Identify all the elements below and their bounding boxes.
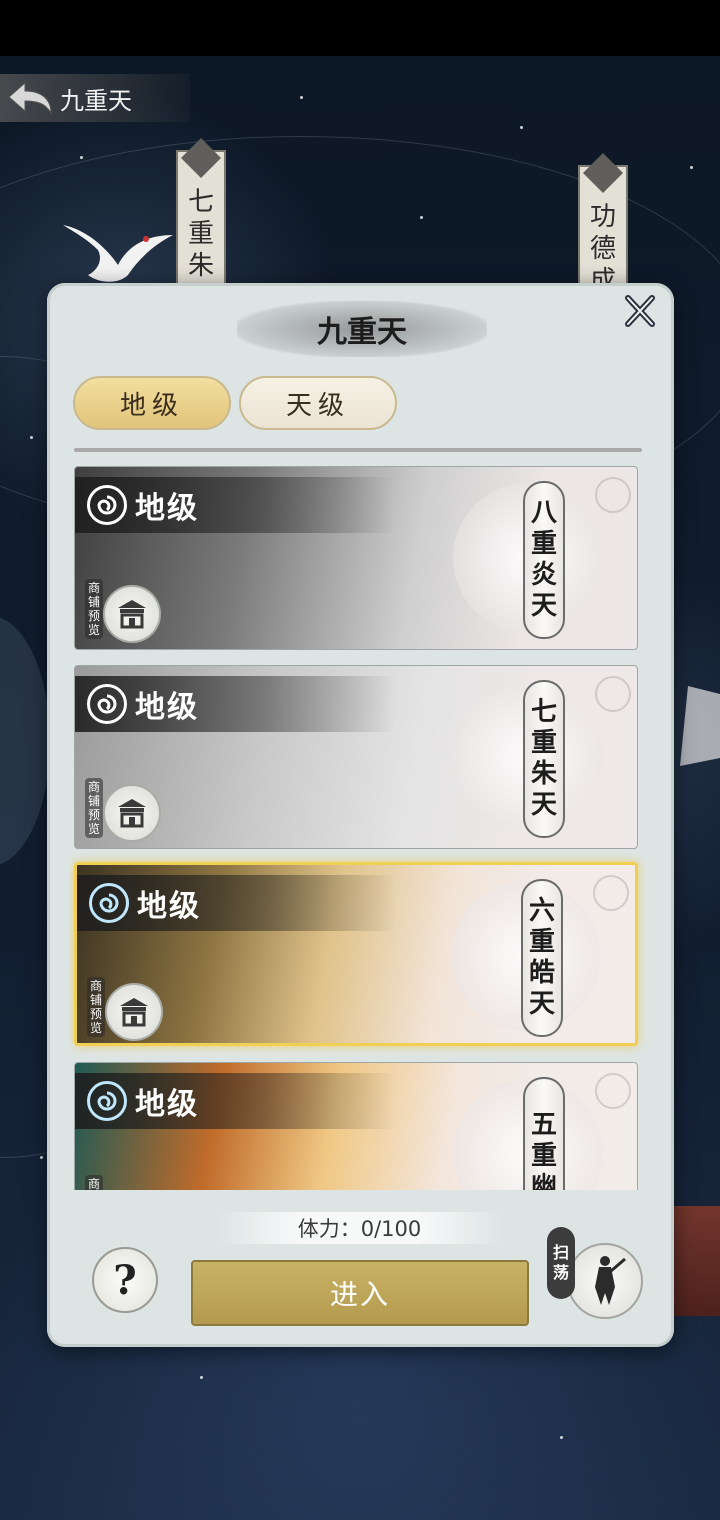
close-icon [625, 295, 655, 327]
dungeon-name-scroll: 七重朱天 [523, 680, 565, 838]
card-grade-header: 地级 [77, 875, 397, 931]
dungeon-panel: 九重天 地级 天级 地级 商铺预览 八 重 炎 天 地级 商 铺 预 览 七 重… [47, 283, 674, 1347]
banner-char: 朱 [187, 251, 214, 281]
back-arrow-icon [0, 74, 60, 122]
dungeon-name-scroll: 六重皓天 [521, 879, 563, 1037]
card-grade-label: 地级 [135, 491, 199, 526]
back-label: 九重天 [60, 86, 132, 115]
status-bar [0, 0, 720, 56]
dungeon-card[interactable]: 地级 商铺预览 八重炎天 [74, 466, 638, 650]
tab-label: 地级 [119, 390, 184, 421]
dungeon-name-scroll: 五重幽 [523, 1077, 565, 1190]
dungeon-card[interactable]: 地级 商 五重幽 [74, 1062, 638, 1190]
banner-char: 七 [187, 187, 214, 217]
background-decoration [680, 686, 720, 766]
enter-button[interactable]: 进入 [191, 1260, 529, 1326]
background-banner-left: 七 重 朱 [176, 138, 226, 290]
banner-char: 功 [589, 202, 616, 232]
crane-icon [63, 225, 173, 282]
shop-preview-button[interactable] [103, 585, 161, 643]
card-grade-header: 地级 [75, 1073, 395, 1129]
background-banner-right: 功 德 成 [578, 153, 628, 296]
close-button[interactable] [620, 291, 660, 331]
question-mark-icon: ? [113, 1256, 137, 1304]
banner-char: 重 [187, 219, 214, 249]
banner-char: 德 [589, 234, 616, 264]
sweep-label: 扫荡 [547, 1227, 575, 1299]
shop-icon [118, 600, 146, 629]
card-grade-label: 地级 [135, 690, 199, 725]
shop-preview-tag: 商铺预览 [87, 977, 105, 1037]
dungeon-name-scroll: 八重炎天 [523, 481, 565, 639]
panel-title-banner: 九重天 [237, 301, 487, 357]
shop-preview-button[interactable] [103, 784, 161, 842]
dungeon-card-selected[interactable]: 地级 商铺预览 六重皓天 [74, 862, 638, 1046]
shop-preview-tag: 商铺预览 [85, 579, 103, 639]
shop-icon [120, 998, 148, 1027]
help-button[interactable]: ? [92, 1247, 158, 1313]
card-grade-label: 地级 [135, 1087, 199, 1122]
card-grade-header: 地级 [75, 676, 395, 732]
grade-tabs: 地级 天级 [73, 376, 397, 430]
shop-preview-tag: 商 [85, 1175, 103, 1190]
stamina-display: 体力：0/100 [217, 1212, 502, 1244]
swordsman-icon [567, 1243, 643, 1319]
shop-icon [118, 799, 146, 828]
dungeon-list[interactable]: 地级 商铺预览 八重炎天 地级 商 铺 预 览 七 重 朱 天 地级 商 铺 预… [70, 448, 650, 1190]
swirl-icon [89, 883, 129, 923]
back-button[interactable]: 九重天 [0, 74, 190, 122]
dungeon-card[interactable]: 地级 商铺预览 七重朱天 [74, 665, 638, 849]
sweep-button[interactable]: 扫荡 [547, 1227, 657, 1323]
card-grade-label: 地级 [137, 889, 201, 924]
swirl-icon [87, 1081, 127, 1121]
card-grade-header: 地级 [75, 477, 395, 533]
background-decoration [674, 1206, 720, 1316]
tab-label: 天级 [285, 390, 350, 421]
tab-heaven-grade[interactable]: 天级 [239, 376, 397, 430]
panel-title: 九重天 [317, 315, 407, 350]
enter-label: 进入 [329, 1278, 390, 1311]
tab-earth-grade[interactable]: 地级 [73, 376, 231, 430]
shop-preview-tag: 商铺预览 [85, 778, 103, 838]
swirl-icon [87, 485, 127, 525]
shop-preview-button[interactable] [105, 983, 163, 1041]
swirl-icon [87, 684, 127, 724]
